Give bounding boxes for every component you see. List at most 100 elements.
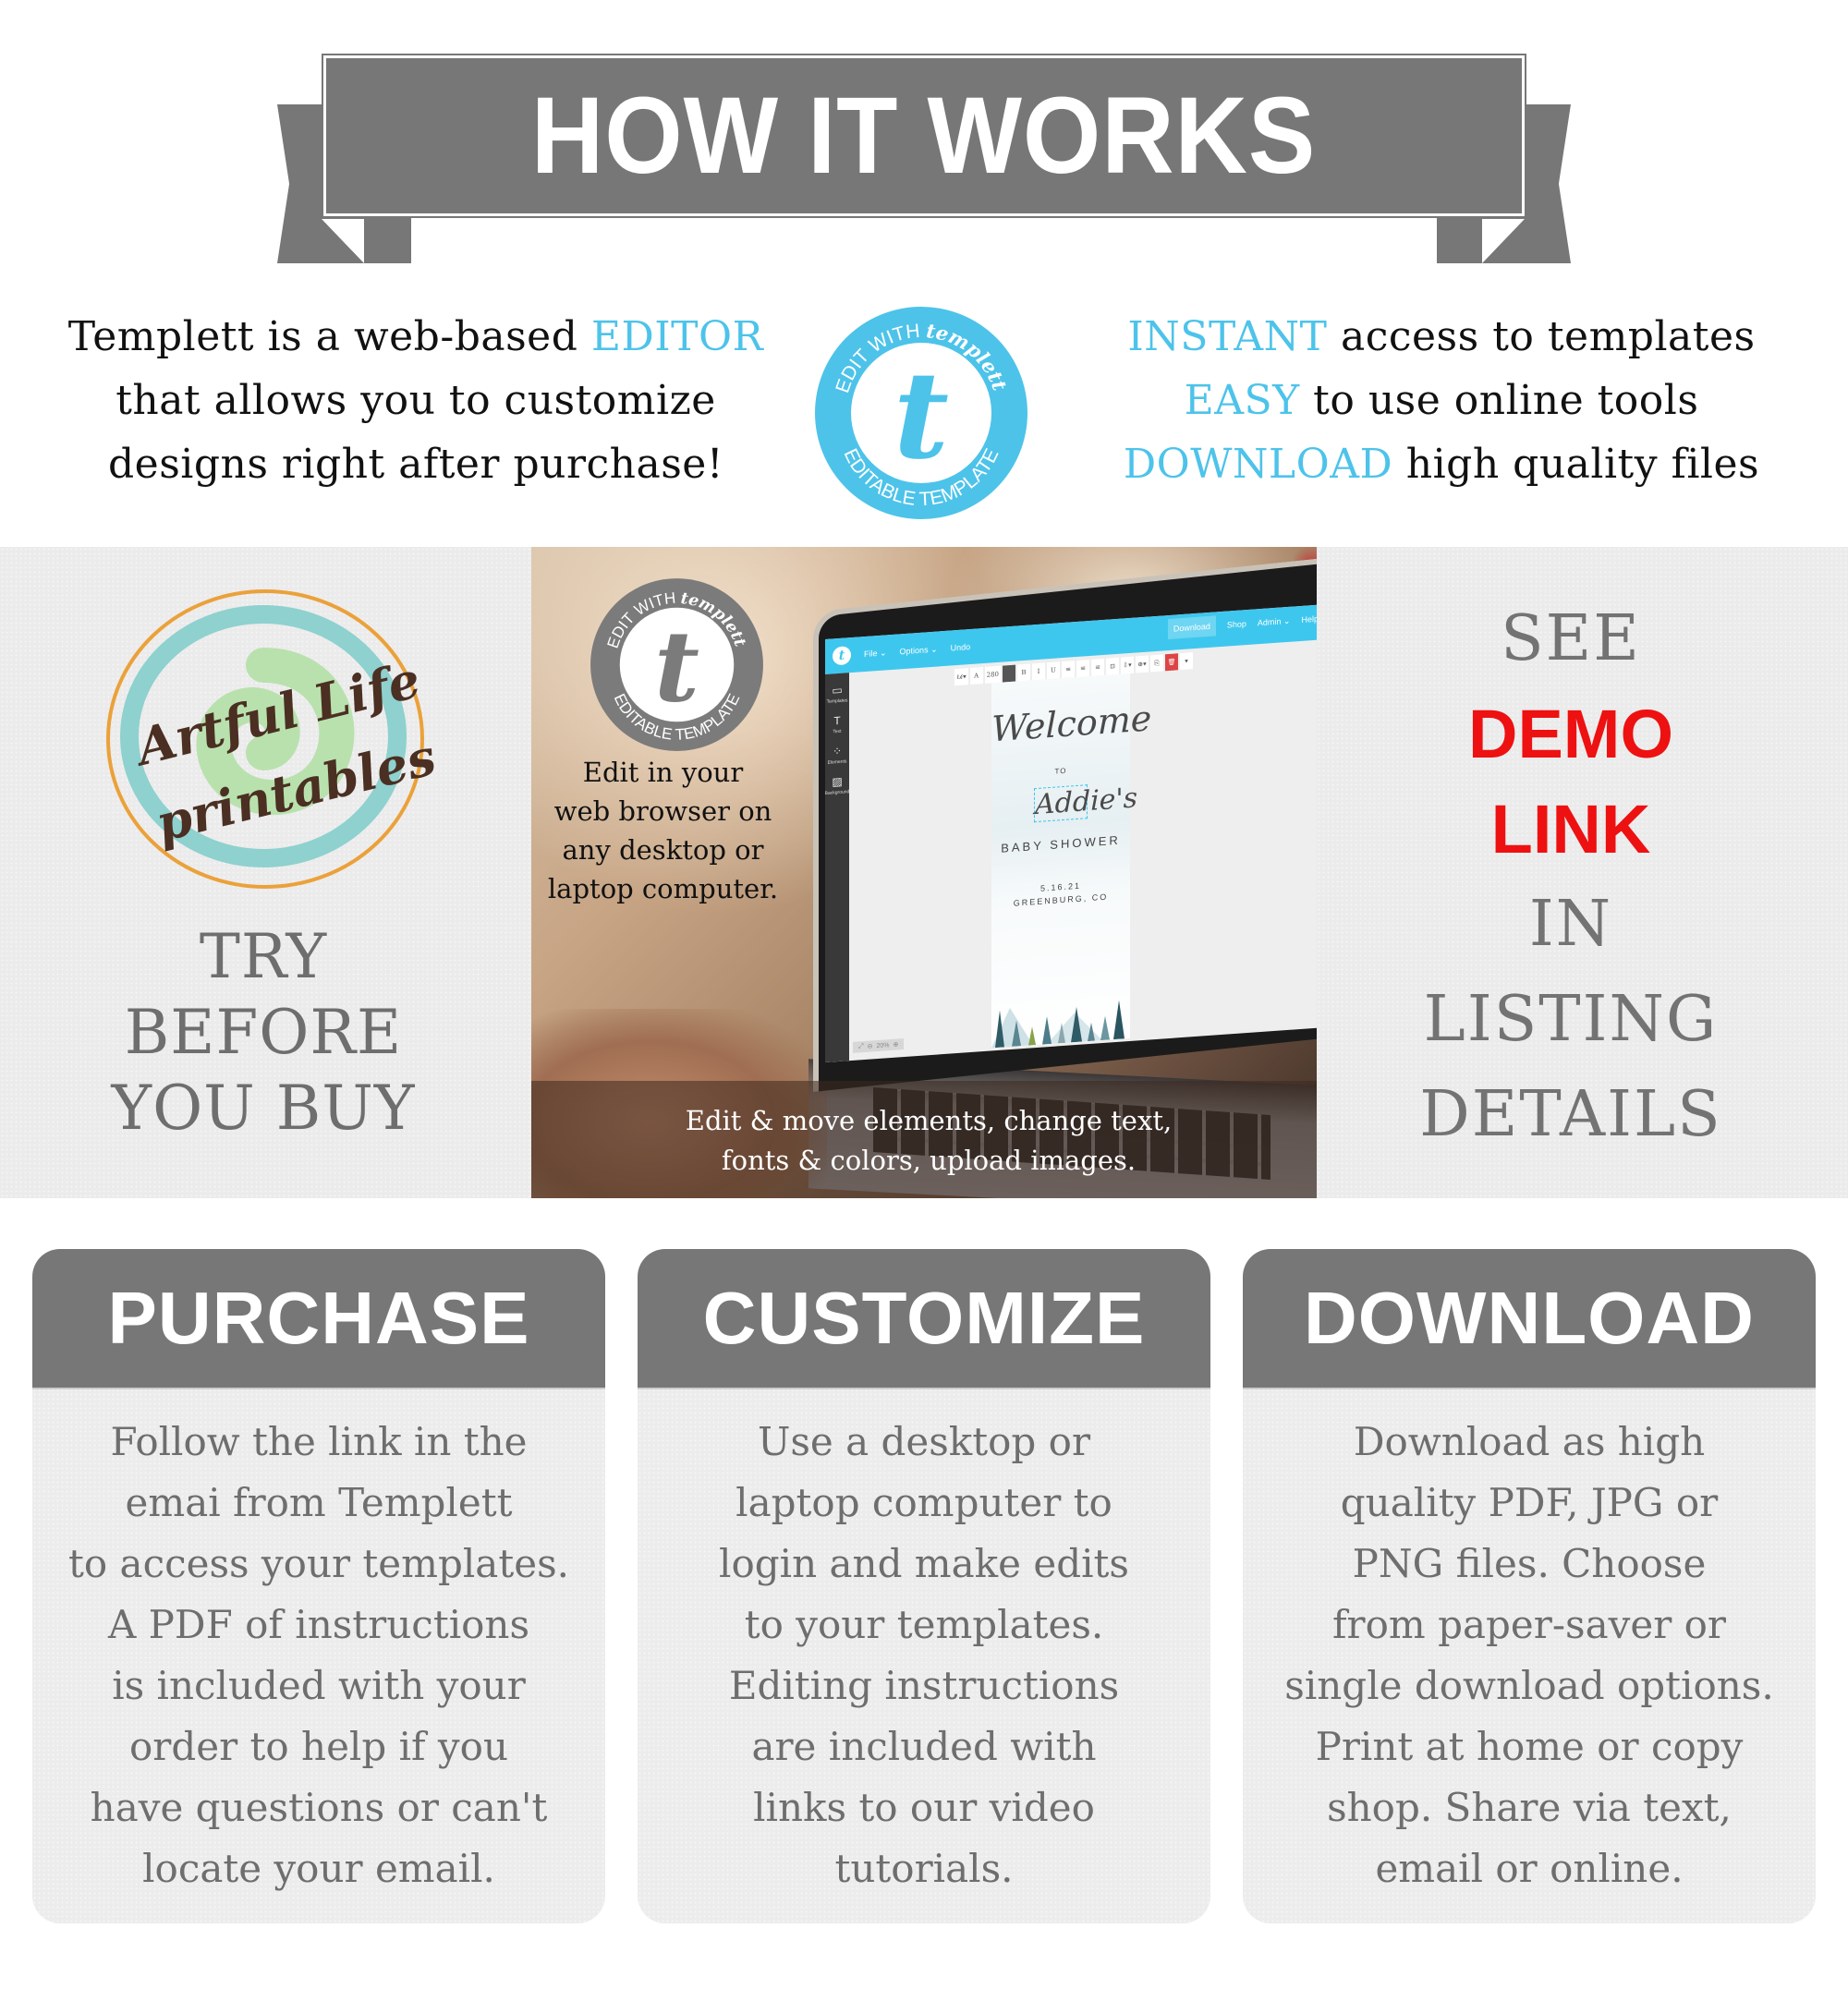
font-size-input[interactable]: 280 <box>984 665 1001 684</box>
intro-text: Templett is a web-based <box>67 313 591 360</box>
arrange-button[interactable]: ⇩▾ <box>1121 656 1134 674</box>
try-before-you-buy: TRY BEFORE YOU BUY <box>55 919 471 1146</box>
feature-item: DOWNLOAD high quality files <box>1081 432 1802 496</box>
demo-link-text[interactable]: DEMO <box>1331 686 1811 782</box>
step-line: shop. Share via text, <box>1327 1785 1732 1830</box>
position-button[interactable]: ⊕▾ <box>1136 655 1149 673</box>
background-icon: ▨ <box>832 774 843 789</box>
editor-right-menu: Download Shop Admin ⌄ Help <box>1167 609 1317 640</box>
delete-button[interactable]: 🗑 <box>1165 653 1178 672</box>
step-line: login and make edits <box>719 1541 1129 1586</box>
feature-item: INSTANT access to templates <box>1081 305 1802 369</box>
italic-button[interactable]: I <box>1032 662 1045 681</box>
templett-badge-icon: EDIT WITH templett EDITABLE TEMPLATE t <box>815 307 1027 519</box>
fit-screen-icon[interactable]: ⤢ <box>858 1043 864 1050</box>
step-header: PURCHASE <box>32 1249 605 1389</box>
intro-line: that allows you to customize <box>116 377 716 424</box>
font-select[interactable]: ℓ𝓀▾ <box>954 668 968 686</box>
pine-trees-illustration <box>991 1000 1125 1049</box>
step-line: have questions or can't <box>90 1785 548 1830</box>
step-line: links to our video <box>753 1785 1095 1830</box>
zoom-out-icon[interactable]: ⊖ <box>868 1042 873 1049</box>
step-line: Editing instructions <box>728 1663 1120 1708</box>
edit-in-browser-text: Edit in your web browser on any desktop … <box>536 753 790 908</box>
step-line: email or online. <box>1375 1846 1684 1891</box>
step-line: Download as high <box>1353 1419 1706 1464</box>
underline-button[interactable]: U <box>1047 661 1060 680</box>
align-right-button[interactable]: ≡ <box>1091 658 1104 676</box>
editor-menu-options[interactable]: Options ⌄ <box>900 644 938 657</box>
step-line: emai from Templett <box>125 1480 513 1525</box>
card-name-text[interactable]: Addie's <box>1035 782 1137 821</box>
intro-line: designs right after purchase! <box>107 441 723 488</box>
align-left-button[interactable]: ≡ <box>1062 661 1075 679</box>
sidebar-item-label: Text <box>833 728 842 735</box>
intro-description: Templett is a web-based EDITOR that allo… <box>55 305 776 496</box>
laptop-photo: t File ⌄ Options ⌄ Undo Download Shop Ad… <box>531 547 1317 1198</box>
card-welcome-text[interactable]: Welcome <box>991 697 1151 749</box>
selected-text-box[interactable]: Addie's <box>1034 782 1137 823</box>
editor-help-link[interactable]: Help <box>1301 614 1317 625</box>
editor-screen: t File ⌄ Options ⌄ Undo Download Shop Ad… <box>825 604 1317 1062</box>
sidebar-item-templates[interactable]: ▭ Templates <box>827 684 848 705</box>
demo-link-text[interactable]: LINK <box>1331 782 1811 877</box>
step-title: DOWNLOAD <box>1304 1277 1755 1359</box>
step-line: quality PDF, JPG or <box>1340 1480 1719 1525</box>
edit-text-line: any desktop or <box>562 834 764 866</box>
see-line: SEE <box>1501 602 1641 675</box>
step-line: laptop computer to <box>736 1480 1112 1525</box>
step-header: CUSTOMIZE <box>638 1249 1210 1389</box>
templett-logo-icon[interactable]: t <box>833 646 851 666</box>
photo-caption: Edit & move elements, change text, fonts… <box>587 1101 1270 1181</box>
step-line: are included with <box>751 1724 1097 1769</box>
zoom-in-icon[interactable]: ⊕ <box>894 1040 899 1048</box>
step-line: tutorials. <box>834 1846 1014 1891</box>
editor-shop-link[interactable]: Shop <box>1227 619 1246 629</box>
zoom-level: 20% <box>876 1041 890 1049</box>
bold-button[interactable]: B <box>1017 663 1030 682</box>
align-center-button[interactable]: ≡ <box>1076 660 1089 677</box>
step-line: A PDF of instructions <box>107 1602 530 1647</box>
layer-button[interactable]: ⊡ <box>1106 657 1119 675</box>
font-style-button[interactable]: A <box>969 667 983 685</box>
step-line: order to help if you <box>128 1724 508 1769</box>
badge-letter: t <box>894 345 949 486</box>
step-line: Follow the link in the <box>110 1419 528 1464</box>
sidebar-item-label: Background <box>825 789 850 797</box>
sidebar-item-background[interactable]: ▨ Background <box>825 775 849 796</box>
template-card: Welcome TO Addie's BABY SHOWER 5.16.21 G… <box>991 673 1151 1049</box>
edit-text-line: web browser on <box>553 795 772 827</box>
sidebar-item-elements[interactable]: ⁘ Elements <box>827 745 847 766</box>
card-to-text[interactable]: TO <box>991 762 1130 780</box>
feature-item: EASY to use online tools <box>1081 369 1802 432</box>
text-icon: T <box>833 713 841 728</box>
feature-highlight: EASY <box>1184 377 1300 424</box>
sidebar-item-label: Elements <box>827 758 847 766</box>
edit-text-line: Edit in your <box>582 757 744 788</box>
see-demo-link: SEE DEMO LINK IN LISTING DETAILS <box>1331 591 1811 1162</box>
step-line: single download options. <box>1284 1663 1774 1708</box>
feature-text: to use online tools <box>1299 377 1699 424</box>
editor-menu-file[interactable]: File ⌄ <box>864 648 887 660</box>
step-description: Follow the link in the emai from Templet… <box>32 1389 605 1899</box>
step-line: is included with your <box>112 1663 526 1708</box>
sidebar-item-text[interactable]: T Text <box>833 713 842 735</box>
color-picker[interactable] <box>1003 664 1015 683</box>
intro-line: Templett is a web-based EDITOR <box>55 305 776 369</box>
card-event-text[interactable]: BABY SHOWER <box>991 832 1130 855</box>
editor-admin-menu[interactable]: Admin ⌄ <box>1258 615 1291 627</box>
try-line: TRY <box>199 921 328 992</box>
step-line: from paper-saver or <box>1332 1602 1726 1647</box>
more-button[interactable]: ▾ <box>1180 652 1193 671</box>
feature-text: high quality files <box>1392 441 1760 488</box>
step-card-download: DOWNLOAD Download as high quality PDF, J… <box>1243 1249 1816 1923</box>
step-header: DOWNLOAD <box>1243 1249 1816 1389</box>
duplicate-button[interactable]: ⎘ <box>1150 654 1163 673</box>
editor-download-button[interactable]: Download <box>1167 615 1216 640</box>
feature-highlight: DOWNLOAD <box>1123 441 1393 488</box>
step-card-customize: CUSTOMIZE Use a desktop or laptop comput… <box>638 1249 1210 1923</box>
editor-menu-undo[interactable]: Undo <box>951 642 971 653</box>
feature-text: access to templates <box>1327 313 1756 360</box>
caption-line: fonts & colors, upload images. <box>721 1145 1137 1176</box>
step-line: PNG files. Choose <box>1352 1541 1707 1586</box>
